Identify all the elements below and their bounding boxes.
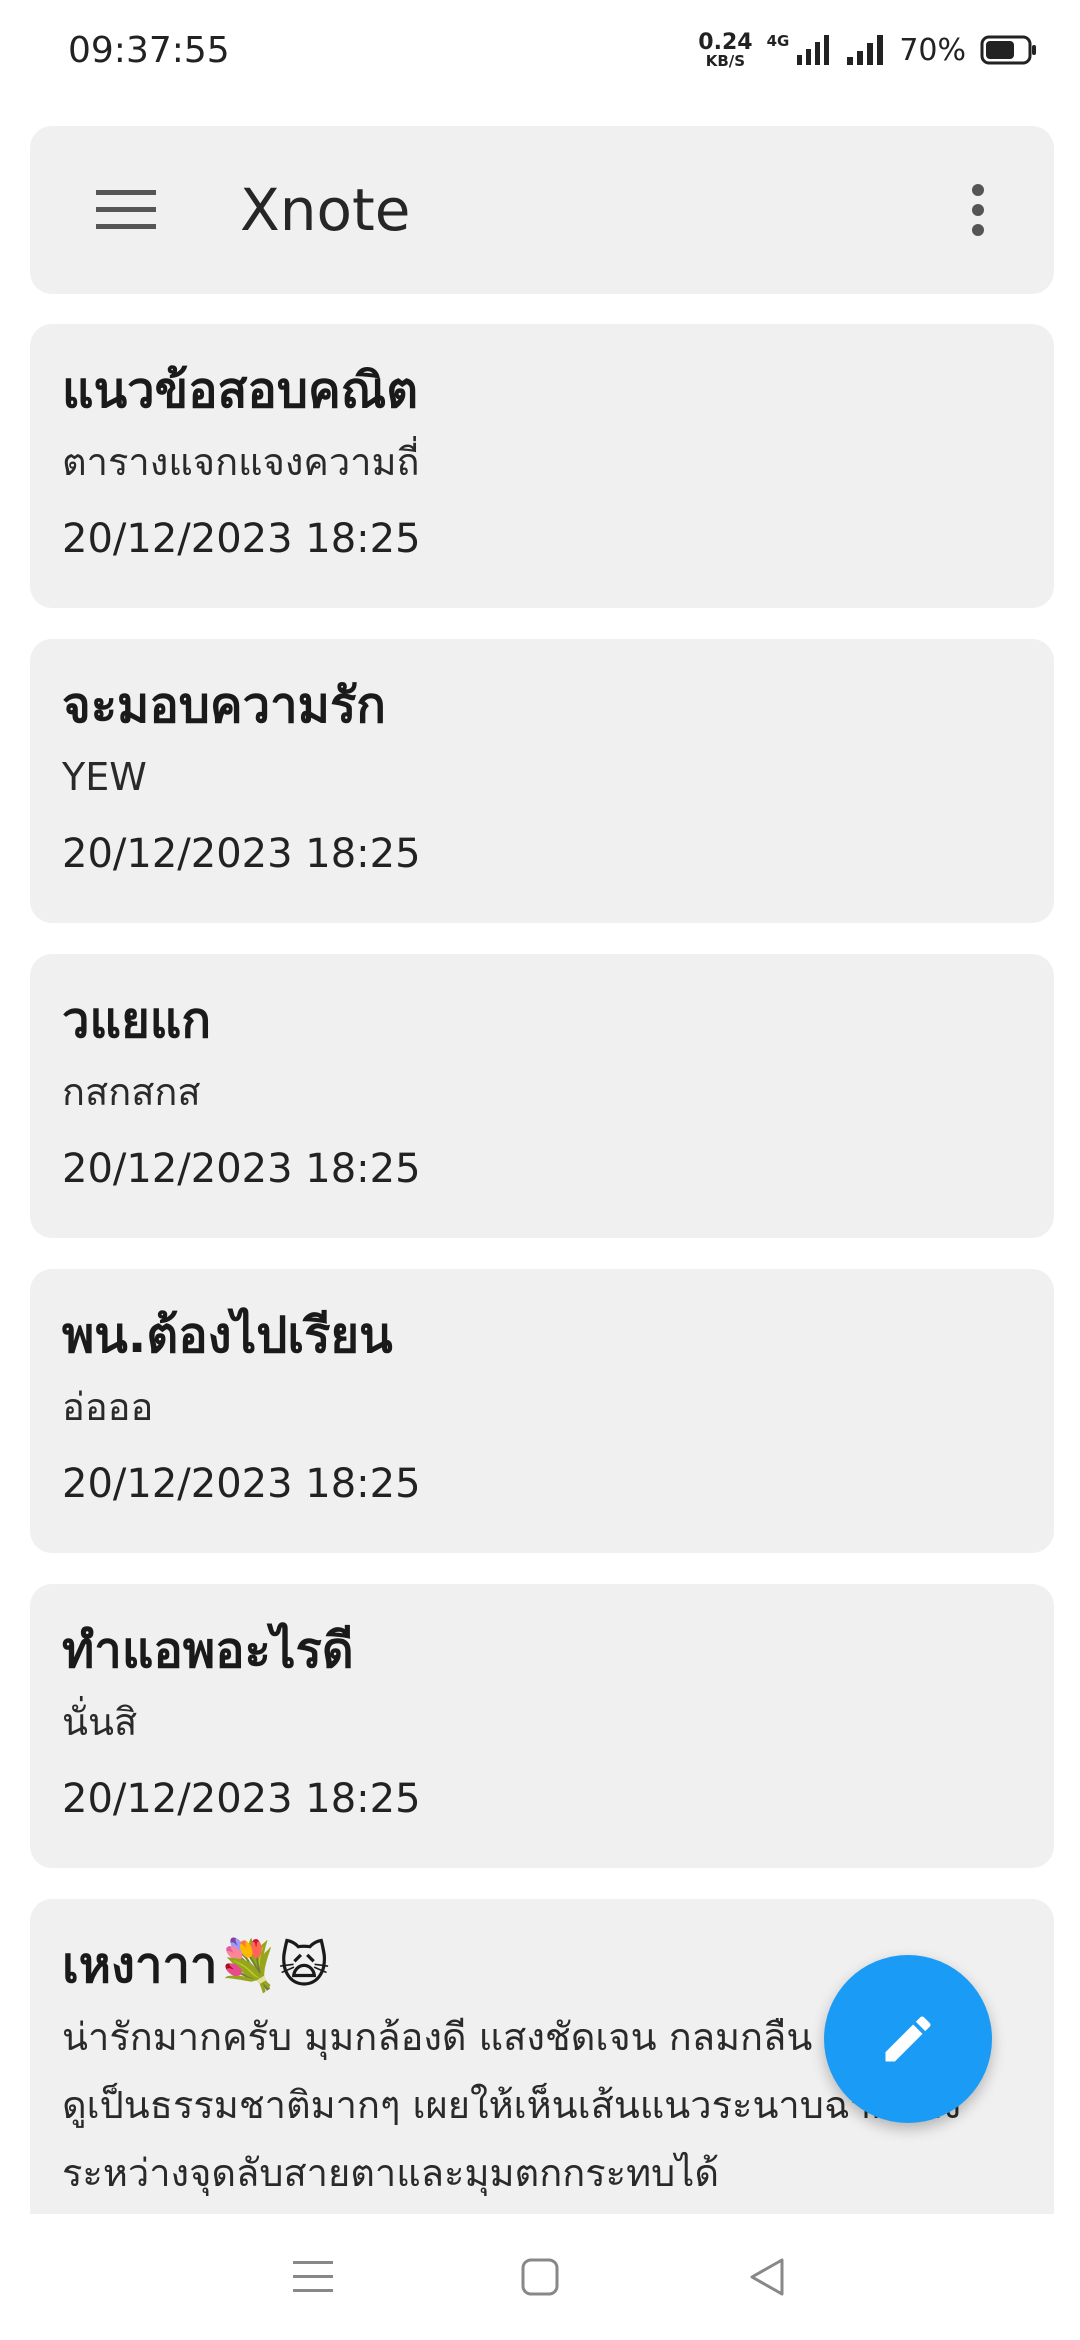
menu-button[interactable]	[94, 160, 158, 260]
note-title: วแยแก	[62, 992, 212, 1049]
note-body: นั่นสิ	[62, 1700, 138, 1744]
network-speed-unit: KB/S	[705, 51, 746, 70]
network-speed-value: 0.24	[698, 29, 753, 55]
recent-apps-icon	[293, 2261, 334, 2292]
note-body: กสกสกส	[62, 1070, 201, 1114]
edit-pencil-icon	[885, 2016, 931, 2062]
status-time: 09:37:55	[68, 29, 230, 71]
note-body-line: ระหว่างจุดลับสายตาและมุมตกกระทบได้	[62, 2151, 720, 2195]
note-title: จะมอบความรัก	[62, 677, 386, 734]
home-button[interactable]	[500, 2237, 580, 2317]
more-vert-icon	[972, 184, 984, 236]
new-note-button[interactable]	[824, 1955, 992, 2123]
battery-icon	[980, 35, 1036, 65]
recent-apps-button[interactable]	[273, 2237, 353, 2317]
note-card[interactable]: วแยแก กสกสกส 20/12/2023 18:25	[30, 954, 1054, 1238]
more-options-button[interactable]	[946, 160, 1010, 260]
note-body: YEW	[62, 755, 147, 799]
back-button[interactable]	[727, 2237, 807, 2317]
signal-icon-2	[847, 35, 884, 65]
note-body: อ่อออ	[62, 1385, 154, 1429]
battery-percent: 70%	[899, 32, 966, 68]
note-date: 20/12/2023 18:25	[62, 1461, 421, 1507]
note-date: 20/12/2023 18:25	[62, 516, 421, 562]
network-speed: 0.24 KB/S	[698, 29, 753, 70]
note-card[interactable]: พน.ต้องไปเรียน อ่อออ 20/12/2023 18:25	[30, 1269, 1054, 1553]
signal-icon	[797, 35, 830, 65]
note-date: 20/12/2023 18:25	[62, 1776, 421, 1822]
note-card[interactable]: ทำแอพอะไรดี นั่นสิ 20/12/2023 18:25	[30, 1584, 1054, 1868]
app-title: Xnote	[240, 176, 411, 244]
note-date: 20/12/2023 18:25	[62, 831, 421, 877]
hamburger-menu-icon	[96, 190, 156, 229]
note-card[interactable]: แนวข้อสอบคณิต ตารางแจกแจงความถี่ 20/12/2…	[30, 324, 1054, 608]
note-title: แนวข้อสอบคณิต	[62, 362, 419, 419]
back-icon	[750, 2258, 784, 2296]
status-bar: 09:37:55 0.24 KB/S 4G 70%	[0, 0, 1080, 100]
network-type: 4G	[766, 32, 790, 50]
note-list[interactable]: แนวข้อสอบคณิต ตารางแจกแจงความถี่ 20/12/2…	[30, 324, 1054, 2214]
note-date: 20/12/2023 18:25	[62, 1146, 421, 1192]
note-card[interactable]: จะมอบความรัก YEW 20/12/2023 18:25	[30, 639, 1054, 923]
system-nav-bar	[0, 2214, 1080, 2340]
note-body: ตารางแจกแจงความถี่	[62, 440, 420, 484]
note-title: พน.ต้องไปเรียน	[62, 1307, 393, 1364]
note-title: ทำแอพอะไรดี	[62, 1622, 354, 1679]
app-bar: Xnote	[30, 126, 1054, 294]
status-icons: 0.24 KB/S 4G 70%	[698, 29, 1038, 70]
home-icon	[521, 2258, 559, 2296]
